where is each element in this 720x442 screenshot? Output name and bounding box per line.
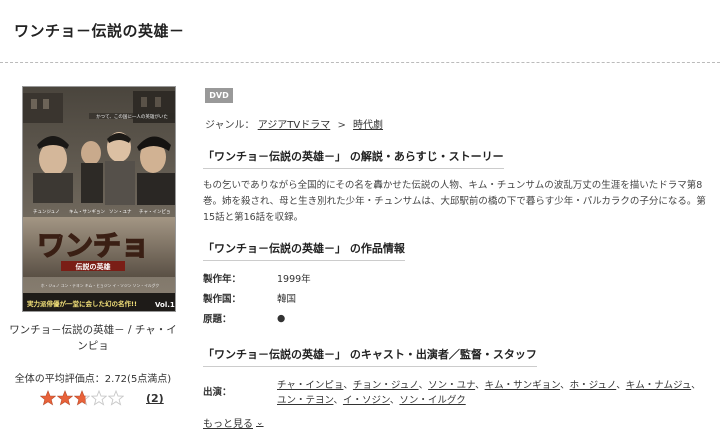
star-icon — [91, 390, 107, 406]
chevron-down-icon: ⌄ — [256, 417, 264, 428]
star-icon — [108, 390, 124, 406]
cast-link[interactable]: イ・ソジン — [343, 395, 390, 406]
info-key: 製作国： — [203, 294, 242, 305]
cast-separator: 、 — [616, 380, 626, 391]
info-key: 原題： — [203, 314, 232, 325]
cover-bottom-names: ホ・ジュノ ユン・テヨン キム・ヒョジン イ・ソジン ソン・イルグク — [41, 283, 160, 288]
info-value: ● — [277, 312, 286, 324]
rating-stars — [40, 390, 124, 406]
genre-label: ジャンル： — [205, 120, 255, 131]
cast-list: チャ・インピョ、チョン・ジュノ、ソン・ユナ、キム・サンギョン、ホ・ジュノ、キム・… — [277, 378, 708, 408]
cast-separator: 、 — [389, 395, 400, 406]
cast-row: 出演： チャ・インピョ、チョン・ジュノ、ソン・ユナ、キム・サンギョン、ホ・ジュノ… — [203, 378, 708, 408]
cast-separator: 、 — [333, 395, 343, 406]
synopsis-text: もの乞いでありながら全国的にその名を轟かせた伝説の人物、キム・チュンサムの波乱万… — [203, 180, 706, 223]
cast-link[interactable]: ソン・イルグク — [399, 395, 465, 406]
cover-cast-2: キム・サンギョン — [69, 209, 105, 215]
cast-heading: 「ワンチョ－伝説の英雄－」 のキャスト・出演者／監督・スタッフ — [203, 346, 537, 367]
cast-separator: 、 — [418, 380, 429, 391]
cover-cast-3: ソン・ユナ — [109, 209, 132, 215]
cover-cast-1: チュンジュノ — [33, 209, 60, 215]
cover-title: ワンチョ — [37, 229, 149, 262]
cover-banner: 実力派俳優が一堂に会した幻の名作!! — [27, 299, 137, 308]
genre-breadcrumb: ジャンル： アジアTVドラマ > 時代劇 — [205, 116, 383, 131]
page-title: ワンチョ－伝説の英雄－ — [14, 22, 185, 40]
cast-link[interactable]: キム・ナムジュ — [626, 380, 691, 391]
info-row-original-title: 原題： ● — [203, 308, 463, 328]
info-key: 製作年： — [203, 274, 242, 285]
cast-link[interactable]: チャ・インピョ — [277, 380, 343, 391]
info-heading: 「ワンチョ－伝説の英雄－」 の作品情報 — [203, 240, 405, 261]
genre-link-asian-tv-drama[interactable]: アジアTVドラマ — [258, 120, 331, 131]
title-divider — [0, 62, 720, 63]
review-count-link[interactable]: (2) — [146, 392, 164, 405]
cover-subtitle: 伝説の英雄 — [76, 262, 111, 271]
info-value: 韓国 — [277, 294, 297, 305]
cast-link[interactable]: ホ・ジュノ — [570, 380, 617, 391]
genre-link-period-drama[interactable]: 時代劇 — [353, 120, 383, 131]
cover-tagline: かつて、この国に一人の英雄がいた — [96, 113, 168, 120]
average-rating-label: 全体の平均評価点：2.72(5点満点) — [14, 374, 172, 385]
star-icon — [74, 390, 90, 406]
cast-separator: 、 — [475, 380, 485, 391]
cover-caption: ワンチョ－伝説の英雄－ / チャ・インピョ — [9, 324, 177, 352]
info-row-country: 製作国： 韓国 — [203, 288, 463, 308]
dvd-cover-image[interactable]: かつて、この国に一人の英雄がいた チュンジュノ キム・サンギョン ソン・ユナ チ… — [22, 86, 176, 312]
cast-separator: 、 — [560, 380, 570, 391]
star-icon — [57, 390, 73, 406]
synopsis-heading: 「ワンチョ－伝説の英雄－」 の解説・あらすじ・ストーリー — [203, 148, 504, 169]
cover-vol: Vol.1 — [155, 301, 175, 309]
cast-link[interactable]: チョン・ジュノ — [353, 380, 419, 391]
cast-link[interactable]: キム・サンギョン — [485, 380, 560, 391]
cover-cast-4: チャ・インピョ — [139, 209, 170, 215]
dvd-badge: DVD — [205, 88, 233, 103]
cast-key: 出演： — [203, 387, 232, 398]
star-icon — [40, 390, 56, 406]
cast-link[interactable]: ユン・テヨン — [277, 395, 333, 406]
info-value: 1999年 — [277, 274, 311, 285]
genre-separator: > — [337, 120, 346, 131]
cast-separator: 、 — [343, 380, 353, 391]
cast-link[interactable]: ソン・ユナ — [428, 380, 475, 391]
info-table: 製作年： 1999年 製作国： 韓国 原題： ● — [203, 268, 463, 328]
info-row-year: 製作年： 1999年 — [203, 268, 463, 288]
show-more-label: もっと見る — [203, 419, 253, 430]
show-more-link[interactable]: もっと見る ⌄ — [203, 415, 264, 431]
cover-art: かつて、この国に一人の英雄がいた チュンジュノ キム・サンギョン ソン・ユナ チ… — [23, 87, 175, 311]
cast-separator: 、 — [691, 380, 701, 391]
